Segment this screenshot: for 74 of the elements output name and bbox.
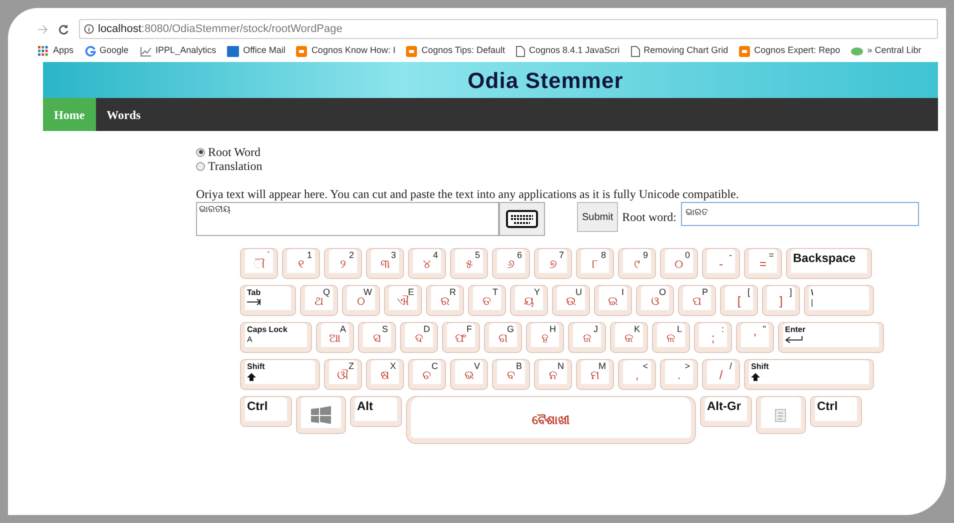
reload-icon[interactable]: [58, 24, 69, 34]
keyboard-key[interactable]: / /: [702, 359, 740, 390]
hint-text: Oriya text will appear here. You can cut and paste the text into any applications as it is fully Unicode compatible.: [196, 187, 740, 201]
chart-icon: [140, 46, 152, 56]
bookmark-link[interactable]: Office Mail: [227, 44, 286, 58]
keyboard-key[interactable]: ଇ I: [594, 285, 632, 316]
keyboard-key[interactable]: ୫ 5: [450, 248, 488, 279]
menu-list-icon: [774, 408, 788, 422]
keyboard-key[interactable]: , <: [618, 359, 656, 390]
page-icon: [516, 46, 526, 56]
forward-arrow-icon: [38, 24, 48, 34]
bookmark-link[interactable]: Removing Chart Grid: [630, 44, 728, 58]
keyboard-key[interactable]: \ |: [804, 285, 874, 316]
google-icon: [84, 46, 96, 56]
keyboard-key[interactable]: ୧ 1: [282, 248, 320, 279]
root-word-field[interactable]: ଭାରତ: [681, 202, 920, 226]
root-word-label: Root word:: [622, 209, 676, 226]
shift-arrow-icon: [751, 373, 760, 381]
radio-option[interactable]: Root Word: [196, 145, 938, 159]
keyboard-key[interactable]: Ctrl: [240, 396, 292, 427]
keyboard-key[interactable]: Ctrl: [810, 396, 862, 427]
blog-icon: [406, 46, 418, 56]
site-title: Odia Stemmer: [468, 66, 624, 94]
bookmark-link[interactable]: Google: [84, 44, 129, 58]
bookmark-link[interactable]: IPPL_Analytics: [140, 44, 216, 58]
radio-button[interactable]: [196, 148, 205, 156]
tab-arrow-icon: [247, 299, 261, 305]
keyboard-key[interactable]: ୗ `: [240, 248, 278, 279]
windows-logo-key[interactable]: [296, 396, 346, 434]
bookmark-link[interactable]: Apps: [38, 44, 74, 58]
keyboard-key[interactable]: Shift: [744, 359, 874, 390]
keyboard-key[interactable]: - -: [702, 248, 740, 279]
keyboard-key[interactable]: . >: [660, 359, 698, 390]
keyboard-button[interactable]: [499, 202, 545, 236]
keyboard-key[interactable]: ] ]: [762, 285, 800, 316]
keyboard-key[interactable]: Enter: [778, 322, 884, 353]
shift-arrow-icon: [247, 373, 256, 381]
bookmark-link[interactable]: Cognos 8.4.1 JavaScri: [516, 44, 620, 58]
keyboard-key[interactable]: ' ": [736, 322, 774, 353]
keyboard-key[interactable]: Caps Lock A: [240, 322, 312, 353]
keyboard-key[interactable]: ୯ 9: [618, 248, 656, 279]
info-icon: [84, 24, 94, 34]
page-icon: [630, 46, 640, 56]
keyboard-key[interactable]: Backspace: [786, 248, 872, 279]
keyboard-key[interactable]: ଜ J: [568, 322, 606, 353]
enter-arrow-icon: [785, 336, 803, 343]
apps-grid-icon: [38, 46, 49, 56]
blog-icon: [296, 46, 308, 56]
nav-tab[interactable]: Words: [96, 98, 152, 131]
keyboard-key[interactable]: ; :: [694, 322, 732, 353]
address-bar[interactable]: localhost:8080/OdiaStemmer/stock/rootWordPage: [79, 19, 938, 39]
keyboard-icon: [506, 210, 538, 228]
keyboard-key[interactable]: = =: [744, 248, 782, 279]
keyboard-key[interactable]: ୭ 7: [534, 248, 572, 279]
keyboard-key[interactable]: Tab: [240, 285, 296, 316]
text-area[interactable]: ଭାରତୀୟ: [196, 202, 499, 236]
keyboard-key[interactable]: Alt: [350, 396, 402, 427]
keyboard-key[interactable]: ୮ 8: [576, 248, 614, 279]
radio-button[interactable]: [196, 162, 205, 170]
radio-option[interactable]: Translation: [196, 159, 938, 173]
bookmark-link[interactable]: » Central Libr: [851, 44, 922, 58]
space-key[interactable]: ବୈଶାଖୀ: [406, 396, 696, 444]
mail-app-icon: [227, 46, 240, 56]
keyboard-key[interactable]: Alt-Gr: [700, 396, 752, 427]
keyboard-key[interactable]: Shift: [240, 359, 320, 390]
blog-icon: [739, 46, 750, 56]
bookmark-link[interactable]: Cognos Know How: I: [296, 44, 396, 58]
submit-button[interactable]: Submit: [577, 202, 618, 232]
bookmark-link[interactable]: Cognos Tips: Default: [406, 44, 506, 58]
keyboard-key[interactable]: ୨ 2: [324, 248, 362, 279]
keyboard-key[interactable]: [ [: [720, 285, 758, 316]
windows-logo-icon: [310, 406, 332, 424]
url-text: localhost:8080/OdiaStemmer/stock/rootWordPage: [98, 22, 342, 37]
bookmark-link[interactable]: Cognos Expert: Repo: [739, 44, 840, 58]
